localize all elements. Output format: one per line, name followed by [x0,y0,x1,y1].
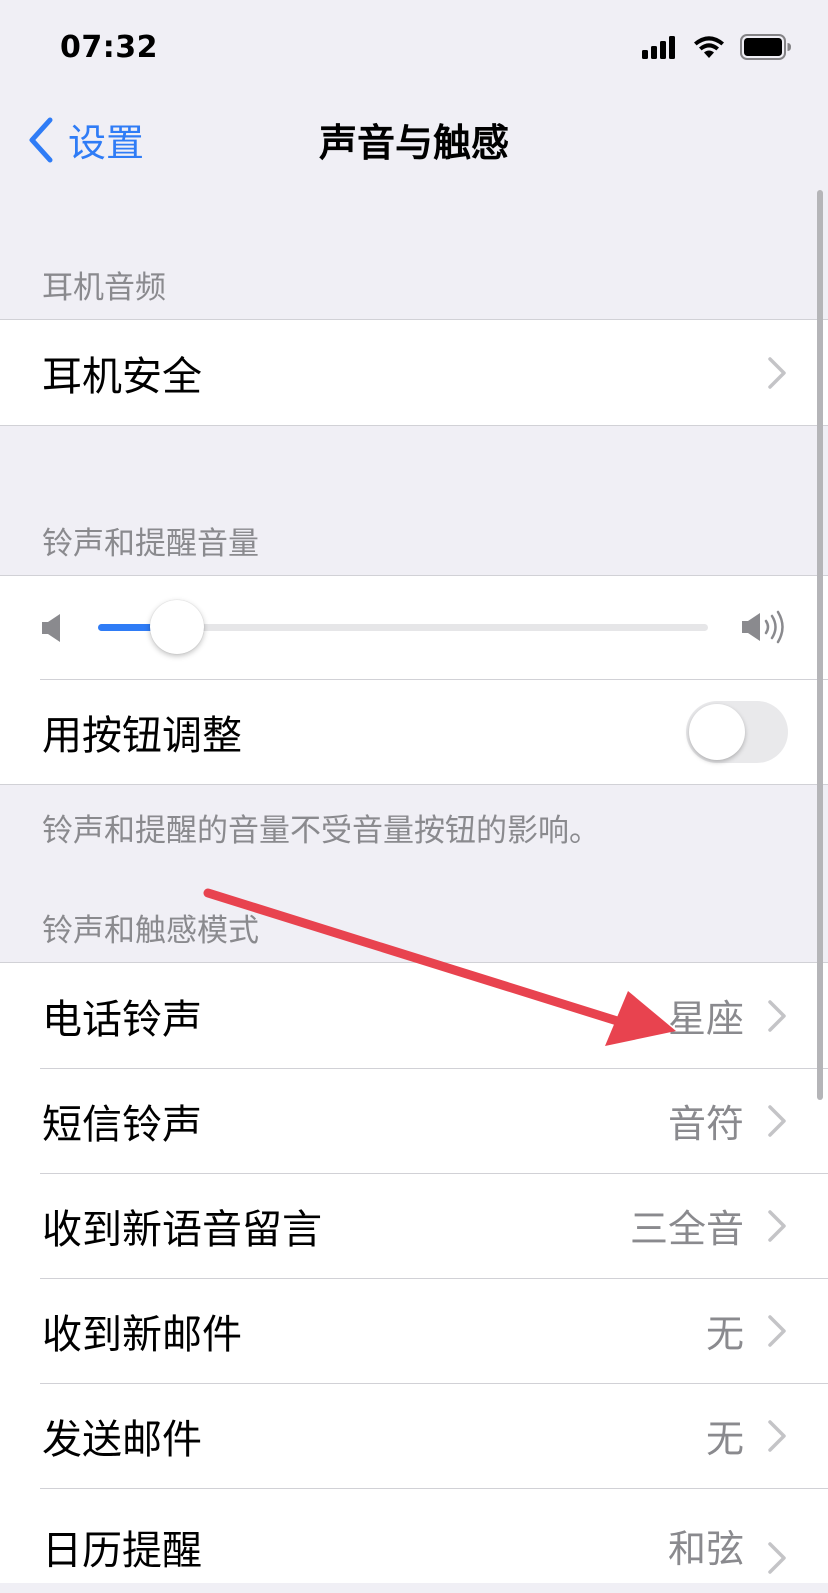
row-change-with-buttons: 用按钮调整 [0,679,828,784]
row-label: 收到新邮件 [42,1311,242,1358]
row-value: 无 [705,1312,744,1356]
row-headphone-safety[interactable]: 耳机安全 [0,320,828,425]
row-label: 用按钮调整 [42,712,242,759]
row-text-tone[interactable]: 短信铃声 音符 [0,1068,828,1173]
volume-slider-row [0,576,828,679]
row-value: 和弦 [667,1527,744,1571]
battery-icon [740,34,791,60]
row-value: 三全音 [629,1207,744,1251]
section-header-headphone-audio: 耳机音频 [42,270,166,306]
row-new-mail[interactable]: 收到新邮件 无 [0,1278,828,1383]
row-value: 无 [705,1417,744,1461]
chevron-right-icon [768,1104,786,1137]
section-header-ringer-alerts: 铃声和提醒音量 [42,526,259,562]
volume-slider-knob[interactable] [150,600,205,654]
navigation-bar: 设置 声音与触感 [0,100,828,180]
scroll-indicator[interactable] [817,190,823,1100]
status-time: 07:32 [60,30,158,65]
row-ringtone[interactable]: 电话铃声 星座 [0,963,828,1068]
row-label: 日历提醒 [42,1528,202,1574]
row-sent-mail[interactable]: 发送邮件 无 [0,1383,828,1488]
row-label: 耳机安全 [42,353,202,400]
row-label: 电话铃声 [42,996,202,1043]
chevron-right-icon [768,1419,786,1452]
section-header-sounds-haptics: 铃声和触感模式 [42,913,259,949]
cellular-signal-icon [642,36,675,59]
row-value: 星座 [667,997,744,1041]
chevron-right-icon [768,1209,786,1242]
ringer-alerts-footer: 铃声和提醒的音量不受音量按钮的影响。 [42,813,600,849]
status-bar: 07:32 [0,0,828,100]
group-ringer-alerts: 用按钮调整 [0,575,828,785]
chevron-right-icon [768,1542,786,1574]
row-calendar-alerts[interactable]: 日历提醒 和弦 [0,1488,828,1593]
page-title: 声音与触感 [318,121,509,165]
row-new-voicemail[interactable]: 收到新语音留言 三全音 [0,1173,828,1278]
group-sounds-haptics: 电话铃声 星座 短信铃声 音符 收到新语音留言 三全音 收到新邮件 无 发送邮件… [0,962,828,1583]
change-with-buttons-toggle[interactable] [686,700,788,763]
status-icons [642,34,792,60]
row-label: 发送邮件 [42,1416,202,1463]
row-label: 收到新语音留言 [42,1206,322,1253]
speaker-low-icon [42,614,60,642]
speaker-high-icon [742,610,784,644]
toggle-knob [689,703,745,760]
chevron-right-icon [768,999,786,1032]
group-headphone-audio: 耳机安全 [0,319,828,426]
row-value: 音符 [667,1102,744,1146]
chevron-right-icon [768,1314,786,1347]
wifi-icon [694,36,724,58]
chevron-right-icon [768,356,786,389]
row-label: 短信铃声 [42,1101,202,1148]
